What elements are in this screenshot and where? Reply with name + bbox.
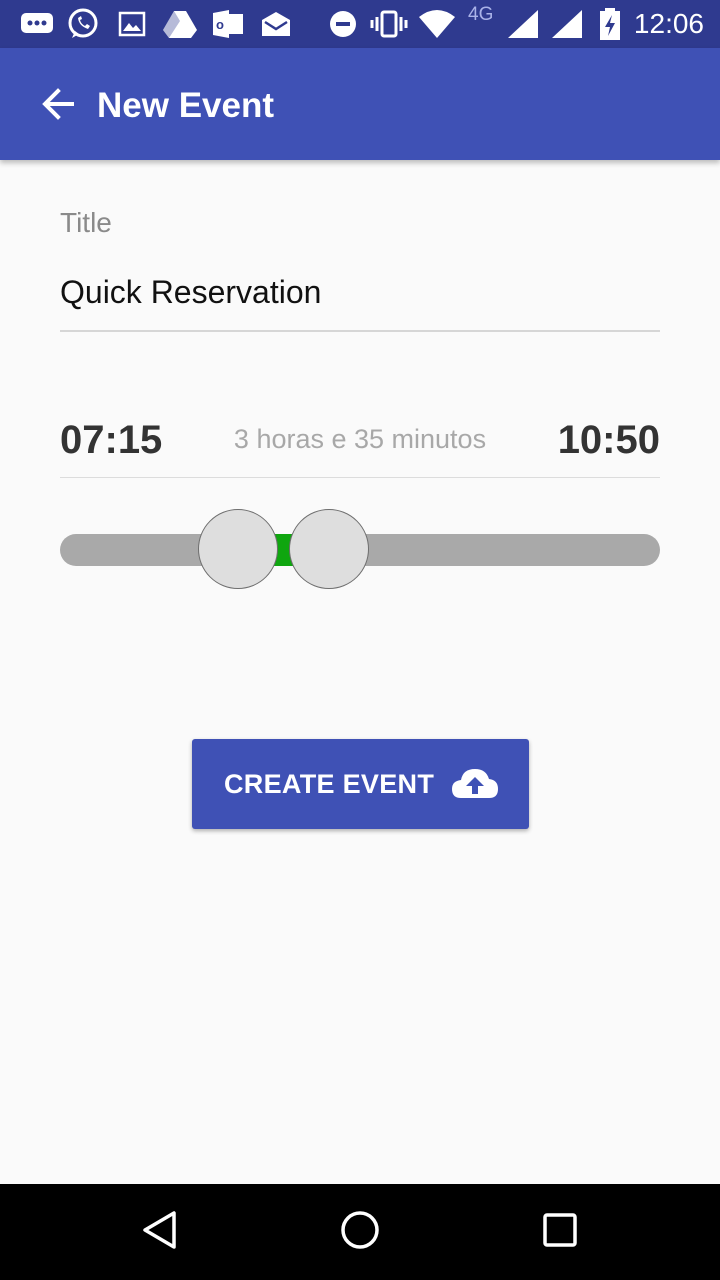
nav-back-button[interactable] — [128, 1202, 192, 1262]
vibrate-icon — [370, 8, 408, 40]
status-time: 12:06 — [633, 8, 704, 39]
signal-icon — [506, 8, 540, 40]
create-event-button[interactable]: CREATE EVENT — [192, 739, 529, 829]
gallery-icon — [118, 8, 146, 40]
start-time-handle[interactable] — [198, 509, 279, 589]
wifi-icon — [418, 8, 456, 40]
title-field-label: Title — [60, 207, 112, 238]
outlook-icon: o — [212, 8, 244, 40]
back-button[interactable] — [30, 78, 86, 134]
status-bar: o 4G 12:06 — [0, 0, 720, 48]
time-range-slider[interactable] — [60, 508, 660, 590]
navigation-bar — [0, 1184, 720, 1280]
cloud-upload-icon — [451, 766, 499, 802]
title-input[interactable] — [60, 264, 660, 332]
end-time-handle[interactable] — [288, 509, 369, 589]
drive-icon — [162, 8, 198, 40]
app-bar: New Event — [0, 48, 720, 160]
mail-icon — [260, 8, 292, 40]
do-not-disturb-icon — [328, 8, 358, 40]
arrow-back-icon — [40, 86, 76, 127]
nav-recents-button[interactable] — [528, 1202, 592, 1262]
recents-square-icon — [542, 1212, 578, 1253]
back-triangle-icon — [140, 1210, 180, 1255]
time-range-summary: 07:15 3 horas e 35 minutos 10:50 — [60, 410, 660, 478]
network-type: 4G — [468, 4, 494, 25]
signal-icon — [550, 8, 584, 40]
home-circle-icon — [340, 1210, 380, 1255]
create-event-label: CREATE EVENT — [224, 769, 435, 799]
end-time: 10:50 — [557, 418, 660, 462]
whatsapp-icon — [66, 8, 100, 40]
page-title: New Event — [97, 86, 274, 125]
battery-charging-icon — [598, 8, 622, 40]
nav-home-button[interactable] — [328, 1202, 392, 1262]
messages-icon — [20, 8, 54, 40]
svg-text:o: o — [216, 17, 224, 32]
